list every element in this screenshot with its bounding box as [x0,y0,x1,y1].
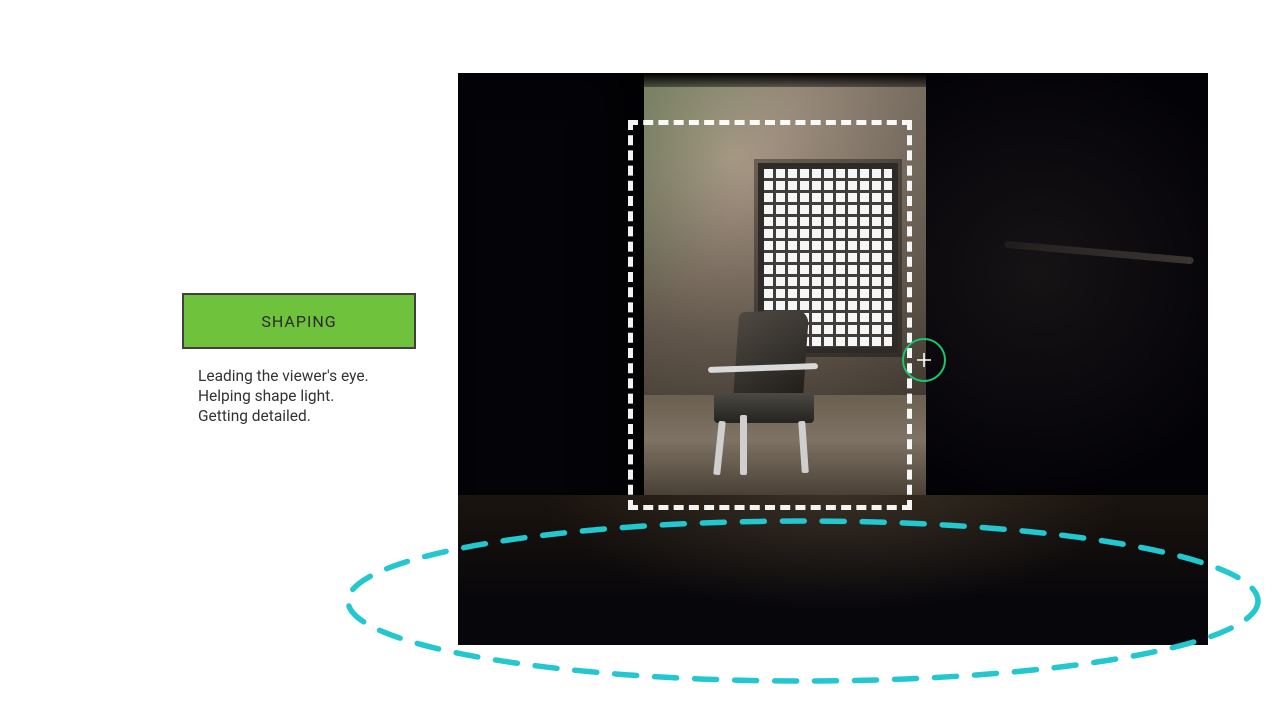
photo-floor [458,495,1208,645]
section-title: SHAPING [261,312,336,331]
photo-dark-top [644,73,926,87]
section-line-1: Leading the viewer's eye. [198,367,369,387]
section-line-2: Helping shape light. [198,387,369,407]
section-description: Leading the viewer's eye. Helping shape … [198,367,369,426]
photo-chair [696,311,831,481]
section-title-box: SHAPING [182,293,416,349]
editor-canvas[interactable] [458,73,1208,645]
section-line-3: Getting detailed. [198,407,369,427]
